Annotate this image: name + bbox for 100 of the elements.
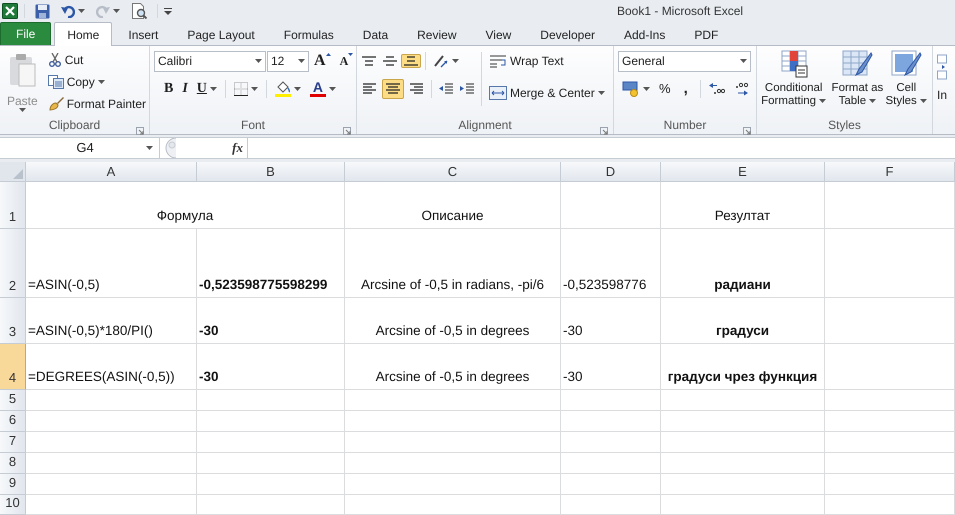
- underline-button[interactable]: U: [192, 79, 221, 99]
- caret-icon: [869, 98, 876, 103]
- table-cell: Резултат: [661, 182, 825, 229]
- column-header[interactable]: B: [197, 162, 345, 182]
- bold-button[interactable]: B: [160, 79, 178, 99]
- caret-icon: [598, 91, 605, 95]
- ribbon-tab[interactable]: Formulas: [270, 23, 347, 45]
- caret-icon: [98, 80, 105, 84]
- wrap-text-icon: [489, 54, 507, 68]
- caret-icon: [819, 98, 826, 103]
- dialog-launcher-icon: [743, 126, 751, 135]
- decrease-indent-icon: [439, 82, 453, 96]
- ribbon-tab[interactable]: Developer: [527, 23, 608, 45]
- table-cell: градуси чрез функция: [661, 344, 825, 390]
- percent-style-button[interactable]: %: [655, 79, 675, 99]
- caret-icon: [920, 98, 927, 103]
- table-cell: радиани: [661, 229, 825, 298]
- font-size-field[interactable]: 12: [267, 50, 309, 72]
- increase-decimal-icon: [708, 82, 725, 96]
- table-cell: -30: [561, 298, 661, 344]
- table-cell: -0,523598776: [561, 229, 661, 298]
- caret-icon: [328, 87, 336, 91]
- shrink-font-button[interactable]: A: [336, 51, 358, 71]
- grow-font-button[interactable]: A: [310, 51, 335, 71]
- row-header[interactable]: 1: [0, 182, 26, 229]
- vertical-align-button[interactable]: [380, 54, 400, 68]
- column-header[interactable]: A: [26, 162, 197, 182]
- money-icon: [622, 81, 640, 97]
- italic-button[interactable]: I: [178, 79, 192, 99]
- triangle-down-icon: [348, 53, 354, 56]
- row-header[interactable]: 4: [0, 344, 26, 390]
- row-header[interactable]: 9: [0, 474, 26, 495]
- ribbon-tab[interactable]: View: [472, 23, 524, 45]
- cell-paintbrush-icon: [890, 49, 922, 79]
- ribbon-tab[interactable]: Data: [350, 23, 402, 45]
- column-header[interactable]: D: [561, 162, 661, 182]
- ribbon-tab[interactable]: Page Layout: [174, 23, 268, 45]
- caret-icon: [113, 9, 120, 13]
- table-cell: -30: [197, 298, 345, 344]
- name-box[interactable]: G4: [0, 138, 160, 158]
- row-header[interactable]: 2: [0, 229, 26, 298]
- row-header[interactable]: 6: [0, 411, 26, 432]
- table-cell: =DEGREES(ASIN(-0,5)): [26, 344, 197, 390]
- table-cell: Arcsine of -0,5 in degrees: [345, 344, 561, 390]
- paint-bucket-icon: [274, 81, 291, 97]
- ribbon-tab[interactable]: Add-Ins: [611, 23, 678, 45]
- insert-function-button[interactable]: fx: [228, 138, 247, 158]
- caret-icon: [452, 59, 459, 63]
- scissors-icon: [48, 53, 62, 67]
- format-as-table-button[interactable]: Format as Table: [830, 48, 884, 115]
- group-label: Alignment: [458, 116, 512, 134]
- copy-button[interactable]: Copy: [44, 72, 109, 92]
- column-header[interactable]: F: [825, 162, 955, 182]
- merge-cells-icon: [489, 86, 507, 100]
- angled-text-icon: [433, 54, 449, 68]
- comma-style-button[interactable]: ,: [676, 80, 696, 98]
- ribbon-tab[interactable]: File: [0, 22, 52, 45]
- page-magnifier-icon: [131, 3, 147, 19]
- decrease-decimal-icon: [734, 82, 750, 96]
- font-name-field[interactable]: Calibri: [154, 50, 266, 72]
- wrap-text-button[interactable]: Wrap Text: [486, 51, 567, 71]
- increase-indent-icon: [460, 82, 474, 96]
- conditional-formatting-button[interactable]: Conditional Formatting: [757, 48, 830, 115]
- customize-menu-icon: [164, 7, 172, 15]
- merge-center-button[interactable]: Merge & Center: [486, 83, 608, 103]
- vertical-align-button[interactable]: [401, 54, 421, 68]
- redo-icon: [96, 4, 110, 18]
- insert-button[interactable]: In: [936, 52, 948, 103]
- caret-icon: [294, 87, 301, 91]
- cell-styles-button[interactable]: Cell Styles: [884, 48, 928, 115]
- column-header[interactable]: C: [345, 162, 561, 182]
- align-top-icon: [362, 56, 376, 66]
- caret-icon: [18, 108, 26, 112]
- ribbon-tab[interactable]: Home: [54, 22, 112, 46]
- row-header[interactable]: 7: [0, 432, 26, 453]
- row-header[interactable]: 8: [0, 453, 26, 474]
- format-painter-button[interactable]: Format Painter: [44, 94, 150, 114]
- ribbon-tab[interactable]: Review: [404, 23, 470, 45]
- caret-icon: [740, 59, 747, 63]
- number-format-field[interactable]: General: [618, 50, 751, 72]
- conditional-formatting-icon: [778, 49, 809, 79]
- align-middle-icon: [383, 56, 397, 66]
- ribbon-tab[interactable]: Insert: [115, 23, 172, 45]
- table-cell: градуси: [661, 298, 825, 344]
- cut-button[interactable]: Cut: [44, 50, 88, 70]
- dialog-launcher-icon: [600, 126, 608, 135]
- row-header[interactable]: 10: [0, 495, 26, 515]
- column-header[interactable]: E: [661, 162, 825, 182]
- caret-icon: [255, 59, 262, 63]
- table-cell: -30: [561, 344, 661, 390]
- borders-icon: [234, 82, 248, 96]
- select-all-icon: [13, 169, 23, 179]
- caret-icon: [250, 87, 258, 91]
- row-header[interactable]: 3: [0, 298, 26, 344]
- horizontal-align-button[interactable]: [382, 79, 404, 99]
- vertical-align-button[interactable]: [359, 54, 379, 68]
- ribbon-tab[interactable]: PDF: [681, 23, 732, 45]
- row-header[interactable]: 5: [0, 390, 26, 411]
- triangle-up-icon: [326, 53, 331, 56]
- font-color-button[interactable]: A: [306, 79, 340, 99]
